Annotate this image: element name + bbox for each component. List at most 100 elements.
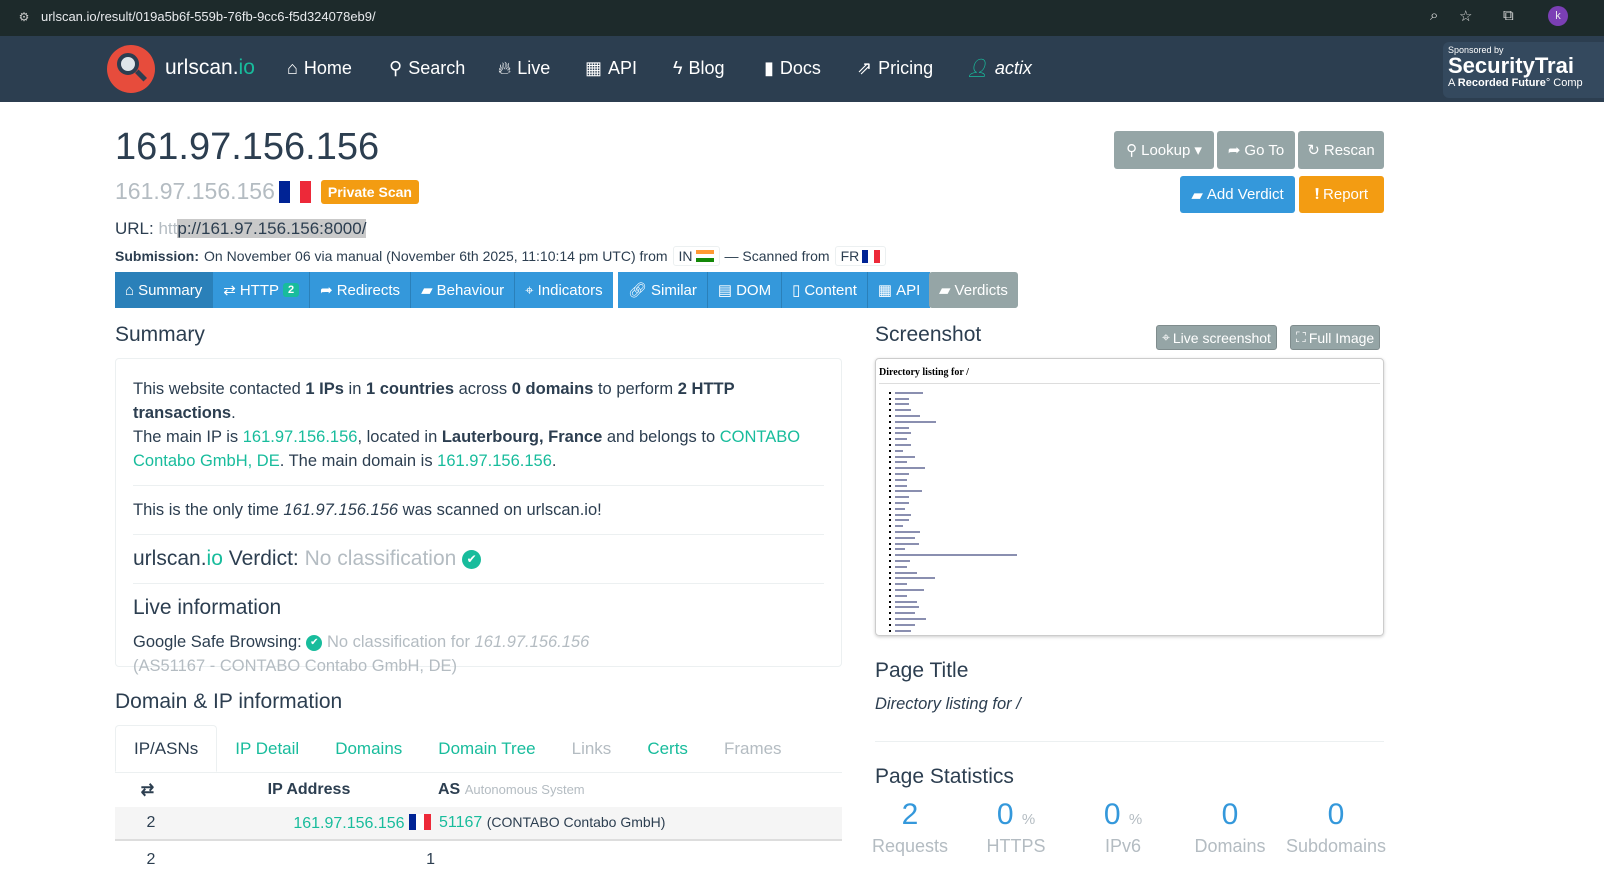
nav-pricing[interactable]: ⇗ Pricing (857, 58, 933, 79)
france-flag-icon (409, 813, 431, 830)
page-title-value: Directory listing for / (875, 695, 1021, 713)
screenshot-page-heading: Directory listing for / (879, 367, 969, 378)
add-verdict-button[interactable]: ▰ Add Verdict (1180, 176, 1295, 213)
nav-label: Live (517, 58, 551, 78)
tab-domains[interactable]: Domains (317, 725, 420, 772)
col-as: AS Autonomous System (438, 781, 585, 798)
india-flag-icon (695, 250, 714, 262)
tab-api[interactable]: ▦ API (867, 272, 931, 308)
tab-ip-asns[interactable]: IP/ASNs (115, 725, 218, 772)
urlscan-verdict: urlscan.io Verdict: No classification ✔ (133, 547, 824, 571)
tab-ip-detail[interactable]: IP Detail (217, 725, 317, 772)
nav-search[interactable]: ⚲ Search (389, 58, 465, 79)
nav-label: Search (408, 58, 466, 78)
stat-https: 0 % HTTPS (986, 798, 1046, 856)
fire-icon: 🔥︎ (498, 58, 512, 78)
summary-box: This website contacted 1 IPs in 1 countr… (115, 358, 842, 675)
live-screenshot-button[interactable]: ⌖ Live screenshot (1156, 325, 1277, 350)
tab-behaviour[interactable]: ▰ Behaviour (411, 272, 516, 308)
subtitle: 161.97.156.156 Private Scan (115, 178, 419, 205)
crosshairs-icon: ⌖ (525, 281, 534, 299)
address-bar[interactable]: urlscan.io/result/019a5b6f-559b-76fb-9cc… (41, 9, 376, 24)
asn-link[interactable]: 51167 (439, 814, 482, 831)
ip-link[interactable]: 161.97.156.156 (293, 815, 404, 832)
urlscan-logo[interactable] (107, 45, 155, 93)
tab-content[interactable]: ▯ Content (782, 272, 868, 308)
main-domain-link[interactable]: 161.97.156.156 (437, 452, 552, 470)
tab-summary[interactable]: ⌂ Summary (115, 272, 214, 308)
search-icon: ⚲ (1126, 142, 1138, 159)
stat-subdomains: 0 Subdomains (1285, 798, 1387, 856)
exchange-icon[interactable]: ⇄ (115, 780, 180, 800)
directory-listing-image (879, 390, 1380, 633)
qrcode-icon: ▦ (585, 58, 603, 78)
submission-text: On November 06 via manual (November 6th … (204, 248, 668, 264)
goto-button[interactable]: ➦ Go To (1217, 131, 1295, 169)
divider (875, 741, 1384, 742)
tab-verdicts[interactable]: ▰ Verdicts (929, 272, 1018, 308)
brand-text: urlscan. (165, 56, 239, 79)
nav-live[interactable]: 🔥︎ Live (498, 58, 550, 79)
scanned-from-text: — Scanned from (724, 248, 830, 264)
page-title: 161.97.156.156 (115, 126, 380, 168)
tab-redirects[interactable]: ➦ Redirects (310, 272, 412, 308)
full-image-button[interactable]: ⛶ Full Image (1290, 325, 1381, 350)
nav-blog[interactable]: ϟ Blog (673, 58, 725, 79)
exchange-icon: ⇄ (223, 282, 236, 299)
tab-similar[interactable]: 🔗︎ Similar (618, 272, 708, 308)
bookmark-icon: ▮ (764, 58, 774, 78)
url-label: URL: (115, 219, 154, 238)
listing-entry (889, 628, 1380, 634)
nav-docs[interactable]: ▮ Docs (764, 58, 821, 79)
live-info-heading: Live information (133, 596, 282, 619)
site-settings-icon[interactable]: ⚙ (14, 7, 34, 27)
scanned-country: FR (834, 246, 887, 266)
tab-dom[interactable]: ▤ DOM (707, 272, 783, 308)
report-button[interactable]: ❗︎ Report (1299, 176, 1384, 213)
tab-certs[interactable]: Certs (629, 725, 706, 772)
page-stats-heading: Page Statistics (875, 765, 1014, 788)
comment-icon: ▰ (421, 282, 433, 299)
refresh-icon: ↻ (1307, 142, 1320, 159)
tab-domain-tree[interactable]: Domain Tree (420, 725, 553, 772)
page-screenshot[interactable]: Directory listing for / (875, 358, 1384, 636)
profile-avatar[interactable]: k (1548, 6, 1568, 26)
brand-link[interactable]: urlscan.io (165, 56, 255, 80)
comment-icon: ▰ (1191, 186, 1203, 204)
nav-label: actix (994, 58, 1032, 78)
star-icon[interactable]: ☆ (1459, 7, 1472, 25)
caret-down-icon: ▾ (1194, 142, 1202, 159)
col-ip-address: IP Address (267, 781, 351, 798)
zoom-icon[interactable]: ⌕ (1430, 7, 1438, 24)
nav-api[interactable]: ▦ API (585, 58, 637, 79)
lookup-button[interactable]: ⚲ Lookup ▾ (1114, 131, 1214, 169)
nav-user[interactable]: 👤︎ actix (966, 58, 1032, 79)
result-tabs: ⌂ Summary ⇄ HTTP 2 ➦ Redirects ▰ Behaviour ⌖ I… (115, 272, 613, 308)
file-icon: ▯ (792, 282, 801, 299)
summary-heading: Summary (115, 323, 205, 346)
share-icon: ➦ (320, 282, 333, 299)
nav-home[interactable]: ⌂ Home (287, 58, 352, 79)
tab-indicators[interactable]: ⌖ Indicators (515, 272, 613, 308)
subtitle-ip: 161.97.156.156 (115, 178, 275, 204)
brand-accent: io (238, 56, 255, 79)
scanned-url[interactable]: p://161.97.156.156:8000/ (177, 219, 367, 238)
stat-ipv6: 0 % IPv6 (1103, 798, 1143, 856)
sponsor-tagline: A Recorded Future° Comp (1448, 77, 1583, 89)
nav-label: Blog (688, 58, 725, 78)
url-scheme: htt (158, 219, 178, 238)
tab-http[interactable]: ⇄ HTTP 2 (213, 272, 311, 308)
sponsor-banner[interactable]: Sponsored by SecurityTrai A Recorded Fut… (1443, 42, 1604, 98)
rescan-button[interactable]: ↻ Rescan (1298, 131, 1384, 169)
stat-requests: 2 Requests (871, 798, 949, 856)
external-link-icon: ⇗ (857, 58, 873, 78)
main-ip-link[interactable]: 161.97.156.156 (243, 428, 358, 446)
nav-label: Pricing (878, 58, 934, 78)
private-scan-badge: Private Scan (320, 179, 419, 204)
tab-frames: Frames (723, 738, 782, 758)
extensions-icon[interactable]: ⧉ (1503, 7, 1514, 24)
submission-info: Submission: On November 06 via manual (N… (115, 246, 887, 266)
result-tabs-3: ▰ Verdicts (929, 272, 1018, 308)
http-count-badge: 2 (283, 283, 300, 297)
domain-ip-tabs: IP/ASNs IP Detail Domains Domain Tree Li… (115, 725, 842, 773)
